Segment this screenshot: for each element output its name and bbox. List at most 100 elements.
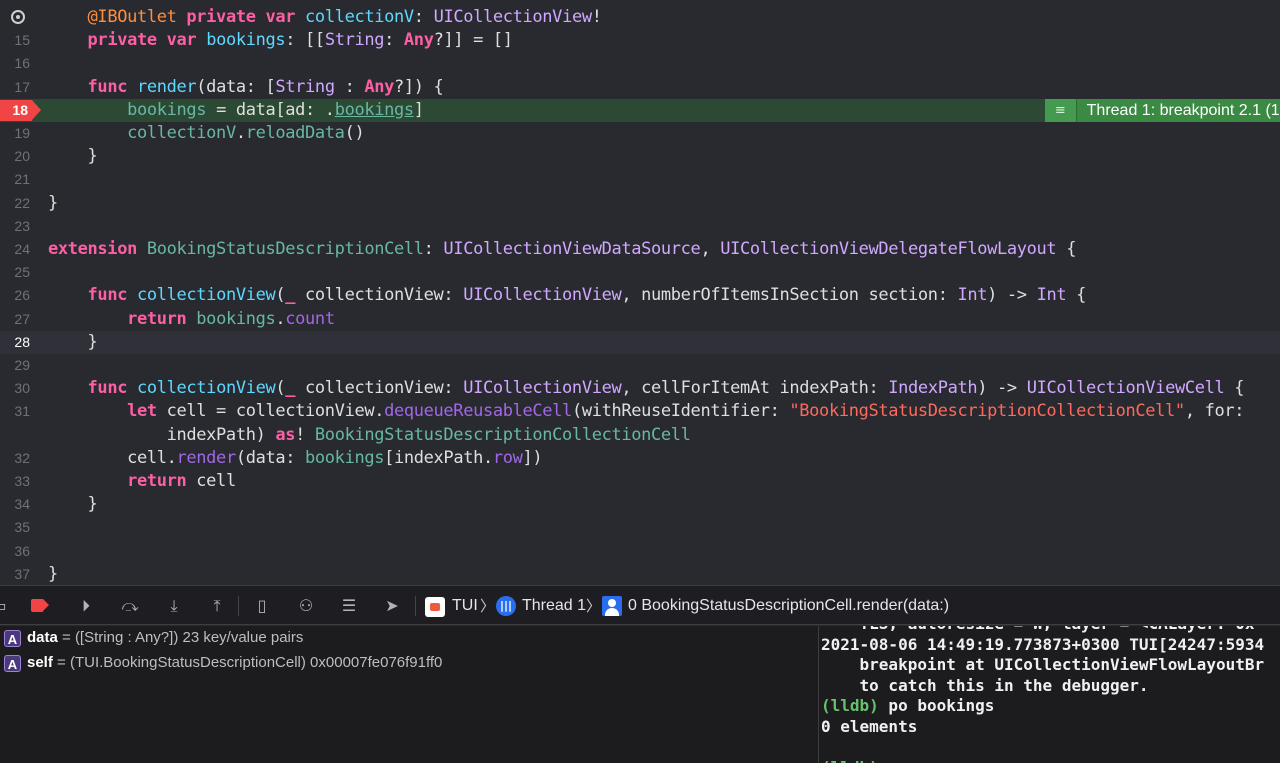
code-token: . [235,123,246,143]
code-token: , cellForItemAt indexPath: [621,378,889,399]
code-line[interactable]: 30 func collectionView(_ collectionView:… [0,377,1280,400]
code-text: func render(data: [String : Any?]) { [48,76,444,99]
code-line[interactable]: 34 } [0,493,1280,516]
console-line: breakpoint at UICollectionViewFlowLayout… [821,655,1265,675]
hide-debug-area-icon[interactable]: ▭ [0,595,10,617]
line-number: 17 [14,78,30,95]
breakpoint-marker[interactable]: 18 [0,99,42,122]
line-number: 20 [14,148,30,165]
breadcrumb-app[interactable]: TUI [452,594,478,618]
code-line[interactable]: 33 return cell [0,470,1280,493]
code-line[interactable]: 19 collectionV.reloadData() [0,122,1280,145]
code-line[interactable]: 32 cell.render(data: bookings[indexPath.… [0,447,1280,470]
code-line[interactable]: 23 [0,215,1280,238]
code-text: indexPath) as! BookingStatusDescriptionC… [48,424,691,447]
code-text: @IBOutlet private var collectionV: UICol… [48,6,602,29]
code-line[interactable]: 16 [0,52,1280,75]
environment-overrides-icon[interactable]: ☰ [338,595,360,617]
code-text: } [48,192,58,215]
line-number: 36 [14,542,30,559]
code-token: var [265,7,296,27]
code-text: return bookings.count [48,308,335,331]
code-token: var [166,30,197,51]
simulate-location-icon[interactable]: ➤ [381,595,403,617]
code-token: : [334,76,365,97]
memory-graph-icon[interactable]: ⚇ [295,595,317,617]
code-line[interactable]: 24 extension BookingStatusDescriptionCell… [0,238,1280,261]
code-token: render [136,76,197,97]
step-over-icon[interactable]: ⤼ [119,595,141,617]
debug-console[interactable]: TLS; autoresize = W; layer = <CALayer: 0… [819,626,1280,763]
code-line[interactable]: 35 [0,516,1280,539]
line-number: 27 [14,310,30,327]
console-text: TLS; autoresize = W; layer = <CALayer: 0… [821,626,1255,633]
code-token: row [492,447,523,468]
line-number: 23 [14,217,30,234]
code-line[interactable]: @IBOutlet private var collectionV: UICol… [0,6,1280,29]
code-token: , [700,239,721,259]
code-line[interactable]: 37} [0,563,1280,585]
code-token: ) -> [987,285,1037,306]
code-token: { [1224,378,1245,399]
code-token: , numberOfItemsInSection section: [621,285,958,306]
code-text: } [48,493,98,516]
user-frame-icon [602,596,622,616]
line-number: 15 [14,32,30,49]
code-line[interactable]: 17 func render(data: [String : Any?]) { [0,76,1280,99]
console-line: 2021-08-06 14:49:19.773873+0300 TUI[2424… [821,635,1264,655]
breakpoint-toggle-icon[interactable] [31,599,49,612]
breadcrumb-thread[interactable]: Thread 1 [522,594,586,618]
console-text: po bookings [878,696,995,716]
line-number: 32 [14,449,30,466]
code-token: collectionView [136,285,276,306]
toolbar-divider [238,596,239,616]
variable-row[interactable]: Adata = ([String : Any?]) 23 key/value p… [4,627,303,649]
code-line[interactable]: 31 let cell = collectionView.dequeueReus… [0,400,1280,423]
code-token: (data: [235,447,306,468]
code-token: cell = collectionView. [156,401,385,422]
code-token: indexPath) [48,424,276,445]
code-line[interactable]: indexPath) as! BookingStatusDescriptionC… [0,424,1280,447]
code-token: bookings [305,447,385,468]
outlet-connection-icon[interactable] [11,10,25,24]
code-token: private [87,30,158,51]
code-line[interactable]: 15 private var bookings: [[String: Any?]… [0,29,1280,52]
breadcrumb-frame[interactable]: 0 BookingStatusDescriptionCell.render(da… [628,594,949,618]
code-token: extension [48,239,137,259]
code-line[interactable]: 36 [0,540,1280,563]
code-line[interactable]: 22} [0,192,1280,215]
code-line[interactable]: 20 } [0,145,1280,168]
code-line[interactable]: 26 func collectionView(_ collectionView:… [0,284,1280,307]
argument-badge-icon: A [4,629,21,647]
code-token: collectionView: [295,285,464,306]
code-text: let cell = collectionView.dequeueReusabl… [48,400,1244,423]
code-token: ?]) { [394,76,444,97]
step-out-icon[interactable]: ⤒ [206,595,228,617]
source-editor[interactable]: @IBOutlet private var collectionV: UICol… [0,0,1280,585]
continue-icon[interactable]: ⏵ [75,595,97,617]
line-number: 37 [14,565,30,582]
code-line[interactable]: 29 [0,354,1280,377]
code-line[interactable]: 27 return bookings.count [0,308,1280,331]
code-token: : [423,239,444,259]
thread-breakpoint-badge[interactable]: ≡ Thread 1: breakpoint 2.1 (1) [1045,99,1280,122]
variable-row[interactable]: Aself = (TUI.BookingStatusDescriptionCel… [4,652,442,674]
view-hierarchy-icon[interactable]: ▯ [251,595,273,617]
code-line[interactable]: 21 [0,168,1280,191]
code-line[interactable]: 25 [0,261,1280,284]
hamburger-menu-icon[interactable]: ≡ [1045,99,1077,122]
line-number: 35 [14,519,30,536]
code-token: _ [285,285,296,306]
toolbar-divider [415,596,416,616]
code-line[interactable]: 28 } [0,330,1280,354]
code-token: String [324,30,385,51]
code-token: return [127,471,187,491]
step-into-icon[interactable]: ⤓ [163,595,185,617]
code-token: reloadData [245,123,345,143]
code-token: ( [275,285,286,306]
code-token: "BookingStatusDescriptionCollectionCell" [789,401,1185,422]
line-number: 25 [14,264,30,281]
